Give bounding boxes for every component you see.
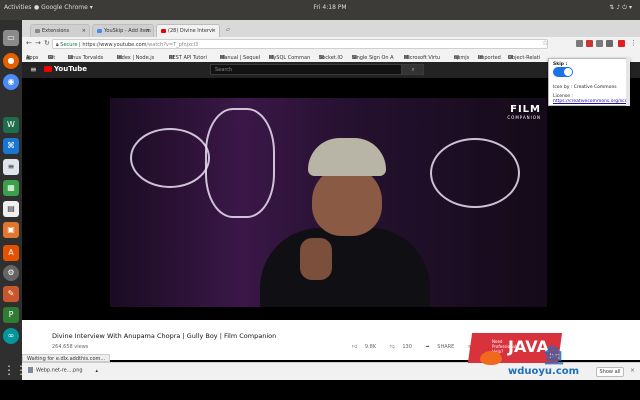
- close-icon[interactable]: ×: [630, 367, 635, 374]
- tab-youskip[interactable]: YouSkip - Add item ×: [92, 24, 154, 37]
- youskip-extension-icon[interactable]: [618, 40, 625, 47]
- extension-icon[interactable]: [586, 40, 593, 47]
- vscode-icon[interactable]: ⌘: [3, 138, 19, 154]
- popup-scrollbar[interactable]: [626, 58, 630, 106]
- text-editor-icon[interactable]: ≡: [3, 159, 19, 175]
- neon-sign-shape: [130, 128, 210, 188]
- files-icon[interactable]: ▭: [3, 30, 19, 46]
- close-icon[interactable]: ×: [146, 28, 150, 34]
- watermark-site: wduoyu.com: [508, 366, 580, 377]
- document-icon[interactable]: ▤: [3, 201, 19, 217]
- skip-toggle[interactable]: [553, 67, 573, 77]
- youtube-logo[interactable]: YouTube: [44, 65, 87, 73]
- thumbs-up-icon: 👍︎: [352, 344, 358, 350]
- back-icon[interactable]: ←: [26, 39, 32, 47]
- thumbs-down-icon: 👎︎: [389, 344, 395, 350]
- dock: ▭ ● ◉ W ⌘ ≡ ▦ ▤ ▣ A ⚙ ✎ P ∞ ⋮⋮: [0, 20, 27, 380]
- fish-logo-icon: [480, 351, 502, 365]
- video-title: Divine Interview With Anupama Chopra | G…: [52, 332, 277, 340]
- download-item[interactable]: Webp.net-re....png ▴: [28, 367, 98, 377]
- system-tray[interactable]: ⇅♪⏻▾: [609, 4, 634, 12]
- face-shape: [312, 166, 382, 236]
- reload-icon[interactable]: ↻: [44, 39, 50, 47]
- lock-icon: 🔒︎: [56, 42, 59, 48]
- hamburger-menu-icon[interactable]: ≡: [30, 65, 37, 74]
- settings-icon[interactable]: ⚙: [3, 265, 19, 281]
- cap-shape: [308, 138, 386, 176]
- webstorm-icon[interactable]: W: [3, 117, 19, 133]
- power-icon: ⏻: [622, 4, 629, 11]
- neon-sign-shape: [430, 138, 520, 208]
- screen-bottom: [0, 380, 640, 400]
- youtube-tab-icon: [161, 28, 166, 33]
- presentation-icon[interactable]: ▣: [3, 222, 19, 238]
- close-icon[interactable]: ×: [82, 28, 86, 34]
- jacket-shape: [260, 228, 430, 307]
- clock[interactable]: Fri 4:18 PM: [300, 4, 360, 11]
- video-player[interactable]: FILM COMPANION: [22, 78, 640, 320]
- activities-button[interactable]: Activities: [4, 4, 31, 11]
- show-all-button[interactable]: Show all: [596, 367, 624, 377]
- webstore-tab-icon: [97, 28, 102, 33]
- os-top-bar: Activities ● Google Chrome ▾ Fri 4:18 PM…: [0, 0, 640, 20]
- license-link[interactable]: https://creativecommons.org/licenses/by/…: [553, 99, 629, 104]
- tab-extensions[interactable]: Extensions ×: [30, 24, 90, 37]
- tab-youtube-video[interactable]: (28) Divine Intervi ×: [156, 24, 220, 37]
- browser-chrome: Extensions × YouSkip - Add item × (28) Div…: [22, 20, 640, 62]
- close-icon[interactable]: ×: [212, 28, 216, 34]
- tool-icon[interactable]: ✎: [3, 286, 19, 302]
- bookmark-star-icon[interactable]: ☆: [542, 39, 548, 47]
- youtube-play-icon: [44, 66, 52, 72]
- search-button[interactable]: ⌕: [402, 64, 424, 75]
- firefox-icon[interactable]: ●: [3, 53, 19, 69]
- address-bar[interactable]: 🔒︎ Secure | https://www.youtube.com/watc…: [52, 39, 548, 49]
- icon-credit: Icon by : Creative Commons: [553, 85, 617, 90]
- omnibar: ← → ↻ 🔒︎ Secure | https://www.youtube.co…: [22, 37, 640, 51]
- app-menu[interactable]: ● Google Chrome ▾: [34, 4, 93, 11]
- software-center-icon[interactable]: A: [3, 245, 19, 261]
- search-input[interactable]: Search: [210, 64, 402, 75]
- spreadsheet-icon[interactable]: ▦: [3, 180, 19, 196]
- pycharm-icon[interactable]: P: [3, 307, 19, 323]
- extension-icon[interactable]: [606, 40, 613, 47]
- ad-headline: JAVA: [508, 337, 549, 356]
- menu-caret-icon: ▾: [628, 4, 634, 11]
- search-icon: ⌕: [411, 66, 415, 73]
- watermark-logo: 鱼: [544, 344, 564, 368]
- app-grid-icon[interactable]: ⋮⋮: [3, 362, 27, 378]
- view-count: 264,658 views: [52, 344, 89, 350]
- hand-shape: [300, 238, 332, 280]
- chevron-down-icon[interactable]: ▴: [95, 368, 98, 374]
- dislike-button[interactable]: 👎︎ 130: [390, 344, 418, 350]
- video-frame[interactable]: FILM COMPANION: [110, 98, 547, 307]
- new-tab-button[interactable]: ▱: [222, 24, 238, 37]
- status-bubble: Waiting for e.dlx.addthis.com...: [22, 354, 111, 362]
- film-companion-logo: FILM COMPANION: [507, 104, 541, 120]
- image-file-icon: [28, 367, 33, 373]
- share-button[interactable]: ➦ SHARE: [425, 344, 460, 350]
- toggle-knob: [564, 68, 572, 76]
- extensions-tab-icon: [35, 28, 40, 33]
- chrome-icon: ●: [34, 4, 40, 11]
- interviewee: [260, 138, 430, 307]
- extension-icon[interactable]: [596, 40, 603, 47]
- like-button[interactable]: 👍︎ 9.8K: [352, 344, 382, 350]
- youskip-popup: Skip : Icon by : Creative Commons Licens…: [548, 58, 630, 106]
- arduino-icon[interactable]: ∞: [3, 328, 19, 344]
- share-icon: ➦: [425, 344, 430, 350]
- chrome-icon[interactable]: ◉: [3, 74, 19, 90]
- forward-icon[interactable]: →: [35, 39, 41, 47]
- chrome-menu-icon[interactable]: ⋮: [630, 39, 637, 47]
- extension-icon[interactable]: [576, 40, 583, 47]
